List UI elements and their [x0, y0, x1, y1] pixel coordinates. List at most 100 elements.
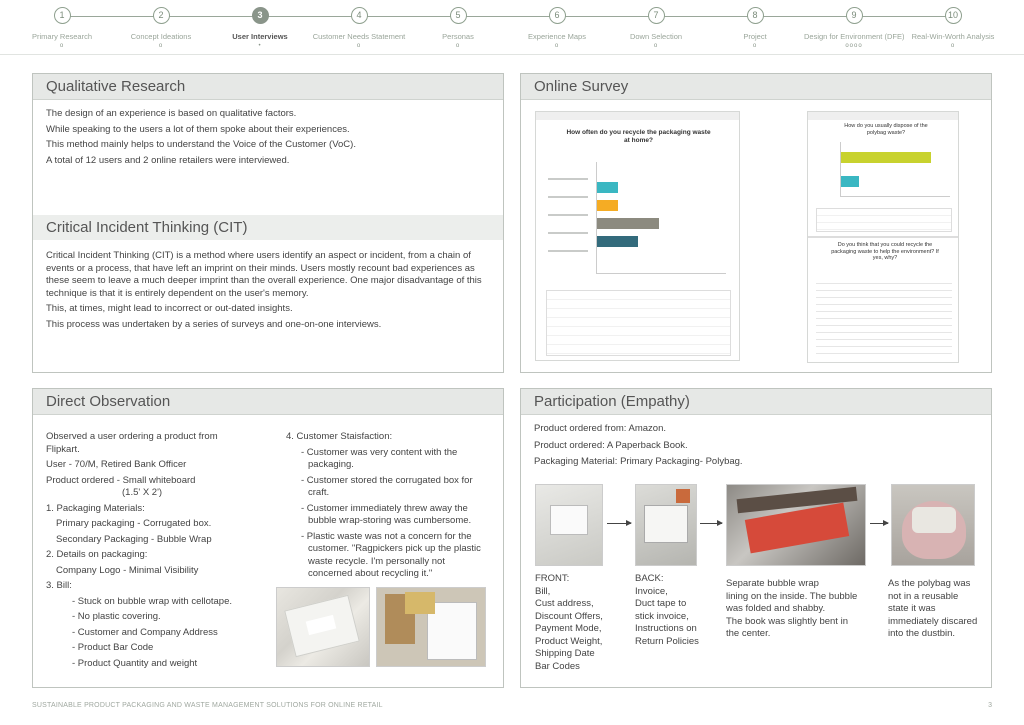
list-item: - Customer stored the corrugated box for…	[301, 474, 473, 499]
text-line: User - 70/M, Retired Bank Officer	[46, 459, 187, 470]
discarded-polybag	[912, 507, 956, 533]
step-7[interactable]: 7 Down Selection o	[606, 7, 706, 50]
bubble-wrap-photo	[726, 484, 866, 566]
screenshot-divider	[808, 236, 958, 238]
cit-body: Critical Incident Thinking (CIT) is a me…	[46, 250, 491, 334]
step-dots: o	[455, 43, 461, 49]
caption-line: Payment Mode,	[535, 623, 602, 634]
survey-results-table-2	[816, 208, 952, 232]
text-line: Product ordered: A Paperback Book.	[534, 439, 688, 451]
caption-line: BACK:	[635, 573, 664, 584]
text-line: This process was undertaken by a series …	[46, 318, 382, 330]
shipping-label	[550, 505, 588, 535]
step-dots: oooo	[845, 43, 863, 49]
chart-bar	[597, 218, 659, 229]
participation-body: Product ordered from: Amazon. Product or…	[534, 423, 974, 472]
caption-line: Duct tape to	[635, 598, 687, 609]
step-number: 8	[746, 7, 764, 24]
text-line: A total of 12 users and 2 online retaile…	[46, 154, 290, 166]
text-line: Product ordered from: Amazon.	[534, 423, 667, 434]
step-4[interactable]: 4 Customer Needs Statement o	[309, 7, 409, 50]
step-number: 5	[449, 7, 467, 24]
step-label: Customer Needs Statement	[312, 32, 406, 41]
step-8[interactable]: 8 Project o	[705, 7, 805, 50]
caption-line: Shipping Date	[535, 648, 595, 659]
bubble-wrap-caption: Separate bubble wrap lining on the insid…	[726, 578, 886, 641]
step-9[interactable]: 9 Design for Environment (DFE) oooo	[804, 7, 904, 50]
list-item: - Product Bar Code	[72, 642, 154, 653]
text-line: 2. Details on packaging:	[46, 549, 148, 560]
caption-line: immediately discared	[888, 615, 978, 627]
chart-bar	[597, 182, 618, 193]
step-label: Concept Ideations	[130, 32, 192, 41]
padding-pack	[405, 592, 435, 614]
step-label: User Interviews	[232, 32, 288, 41]
direct-observation-panel: Direct Observation Observed a user order…	[32, 388, 504, 688]
caption-line: Separate bubble wrap	[726, 578, 819, 589]
caption-line: stick invoice,	[635, 610, 689, 622]
survey-bar-chart-2	[840, 142, 950, 197]
step-dots: •	[258, 43, 262, 49]
step-10[interactable]: 10 Real-Win-Worth Analysis o	[903, 7, 1003, 50]
step-label: Personas	[442, 32, 474, 41]
polybag-back-photo	[635, 484, 697, 566]
step-number: 7	[647, 7, 665, 24]
step-label: Project	[743, 32, 767, 41]
flow-arrow	[607, 520, 632, 526]
list-item: - Customer immediately threw away the bu…	[301, 502, 472, 527]
list-item: - Customer and Company Address	[72, 626, 218, 638]
text-line: This, at times, might lead to incorrect …	[46, 303, 293, 314]
whiteboard-bubble-wrap-photo	[276, 587, 370, 667]
text-line: Observed a user ordering a product from …	[46, 431, 218, 455]
invoice-sheet	[644, 505, 688, 543]
survey-question-2: How do you usually dispose of the polyba…	[844, 123, 928, 136]
footer-text: SUSTAINABLE PRODUCT PACKAGING AND WASTE …	[32, 702, 383, 709]
caption-line: lining on the inside. The bubble	[726, 590, 858, 602]
chart-label	[548, 250, 588, 252]
text-line: Product ordered - Small whiteboard	[46, 474, 196, 486]
flow-arrow	[700, 520, 723, 526]
caption-line: Bar Codes	[535, 660, 580, 672]
step-5[interactable]: 5 Personas o	[408, 7, 508, 50]
list-item: - No plastic covering.	[72, 611, 161, 622]
caption-line: Product Weight,	[535, 635, 603, 647]
chart-bar	[597, 236, 638, 247]
caption-line: The book was slightly bent in	[726, 615, 848, 627]
text-line: This method mainly helps to understand t…	[46, 139, 356, 150]
chart-label	[548, 232, 588, 234]
chart-label	[548, 178, 588, 180]
caption-line: Discount Offers,	[535, 610, 603, 622]
survey-bar-chart-1	[596, 162, 726, 274]
text-line: Primary packaging - Corrugated box.	[56, 518, 212, 529]
step-dots: o	[653, 43, 659, 49]
step-label: Experience Maps	[528, 32, 586, 41]
progress-steps: 1 Primary Research o 2 Concept Ideations…	[0, 0, 1024, 55]
text-line: Packaging Material: Primary Packaging- P…	[534, 456, 743, 467]
step-6[interactable]: 6 Experience Maps o	[507, 7, 607, 50]
list-item: - Product Quantity and weight	[72, 657, 198, 669]
text-line: 3. Bill:	[46, 580, 72, 591]
text-line: Company Logo - Minimal Visibility	[56, 564, 199, 576]
chart-label	[548, 214, 588, 216]
caption-line: Bill,	[535, 585, 551, 597]
step-number: 6	[548, 7, 566, 24]
step-2[interactable]: 2 Concept Ideations o	[111, 7, 211, 50]
text-line: 1. Packaging Materials:	[46, 502, 145, 514]
step-1[interactable]: 1 Primary Research o	[12, 7, 112, 50]
step-dots: o	[554, 43, 560, 49]
step-number: 10	[944, 7, 962, 24]
qualitative-research-body: The design of an experience is based on …	[46, 108, 491, 170]
caption-line: state it was	[888, 603, 936, 614]
step-dots: o	[59, 43, 65, 49]
direct-observation-title: Direct Observation	[33, 389, 503, 415]
chart-bar	[841, 152, 931, 163]
step-3[interactable]: 3 User Interviews •	[210, 7, 310, 50]
list-item: - Plastic waste was not a concern for th…	[301, 530, 481, 580]
chart-bar	[597, 200, 618, 211]
caption-line: not in a reusable	[888, 590, 959, 602]
step-label: Down Selection	[629, 32, 683, 41]
caption-line: Cust address,	[535, 598, 594, 609]
customer-satisfaction: 4. Customer Staisfaction: - Customer was…	[286, 431, 486, 584]
caption-line: the center.	[726, 628, 771, 639]
step-label: Real-Win-Worth Analysis	[911, 32, 995, 41]
